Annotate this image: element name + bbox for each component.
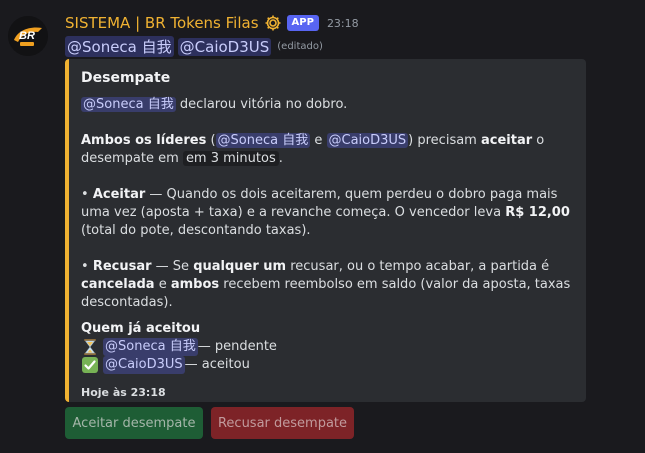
edited-label: (editado)	[277, 41, 323, 52]
avatar[interactable]: BR	[8, 16, 48, 56]
check-mark-icon	[81, 356, 99, 374]
user-mention[interactable]: @Soneca 自我	[65, 36, 174, 57]
user-mention[interactable]: @Soneca 自我	[81, 97, 176, 112]
user-mention[interactable]: @CaioD3US	[103, 356, 185, 374]
gear-icon	[264, 14, 282, 32]
username[interactable]: SISTEMA | BR Tokens Filas	[65, 14, 259, 32]
decline-tiebreak-button[interactable]: Recusar desempate	[211, 407, 354, 439]
user-mention[interactable]: @CaioD3US	[177, 37, 272, 56]
field-name: Quem já aceitou	[81, 321, 201, 336]
svg-text:BR: BR	[19, 30, 35, 42]
message-header: SISTEMA | BR Tokens Filas APP 23:18	[65, 12, 359, 34]
hourglass-icon	[81, 338, 99, 356]
app-badge: APP	[286, 15, 319, 31]
user-mention[interactable]: @Soneca 自我	[103, 338, 198, 356]
message-timestamp[interactable]: 23:18	[327, 17, 359, 30]
embed-line-decline: • Recusar — Se qualquer um recusar, ou o…	[81, 259, 571, 310]
embed-card: Desempate @Soneca 自我 declarou vitória no…	[65, 59, 586, 402]
embed-footer: Hoje às 23:18	[81, 386, 166, 399]
action-row: Aceitar desempate Recusar desempate	[65, 407, 354, 439]
status-text: — pendente	[197, 339, 277, 354]
time-limit-code: em 3 minutos	[182, 151, 279, 166]
user-mention[interactable]: @Soneca 自我	[215, 133, 311, 148]
br-logo-icon: BR	[8, 16, 48, 56]
embed-line-declaration: @Soneca 自我 declarou vitória no dobro.	[81, 97, 348, 112]
status-row: @CaioD3US — aceitou	[81, 356, 574, 374]
embed-line-leaders: Ambos os líderes (@Soneca 自我 e @CaioD3US…	[81, 133, 545, 166]
accept-tiebreak-button[interactable]: Aceitar desempate	[65, 407, 203, 439]
chat-message: BR SISTEMA | BR Tokens Filas APP 23:18 @…	[0, 0, 645, 453]
message-content: @Soneca 自我 @CaioD3US (editado)	[65, 36, 323, 57]
embed-line-accept: • Aceitar — Quando os dois aceitarem, qu…	[81, 187, 570, 238]
status-row: @Soneca 自我 — pendente	[81, 338, 574, 356]
user-mention[interactable]: @CaioD3US	[326, 133, 409, 148]
status-text: — aceitou	[184, 357, 250, 372]
embed-title: Desempate	[81, 70, 171, 86]
